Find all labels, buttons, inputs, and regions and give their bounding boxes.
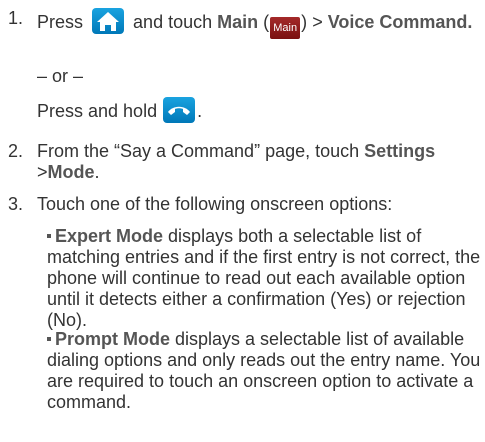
step-1-number: 1.: [8, 8, 24, 28]
step-3-text: Touch one of the following onscreen opti…: [37, 194, 393, 214]
step-3-number: 3.: [8, 194, 24, 214]
bullet-icon: [47, 234, 51, 239]
end-call-icon: [163, 97, 196, 123]
step-1-alt: Press and hold .: [37, 97, 483, 123]
bullet-icon: [47, 337, 51, 342]
main-icon: Main: [270, 17, 301, 39]
prompt-mode-item: Prompt Mode displays a selectable list o…: [47, 329, 481, 412]
home-icon: [92, 8, 125, 34]
step-1-text: Press and touch Main (Main) > Voice Comm…: [37, 8, 483, 39]
step-1-or: – or –: [37, 66, 84, 86]
step-2-number: 2.: [8, 141, 24, 161]
step-2-text: From the “Say a Command” page, touch Set…: [37, 141, 436, 182]
expert-mode-item: Expert Mode displays both a selectable l…: [47, 226, 481, 330]
